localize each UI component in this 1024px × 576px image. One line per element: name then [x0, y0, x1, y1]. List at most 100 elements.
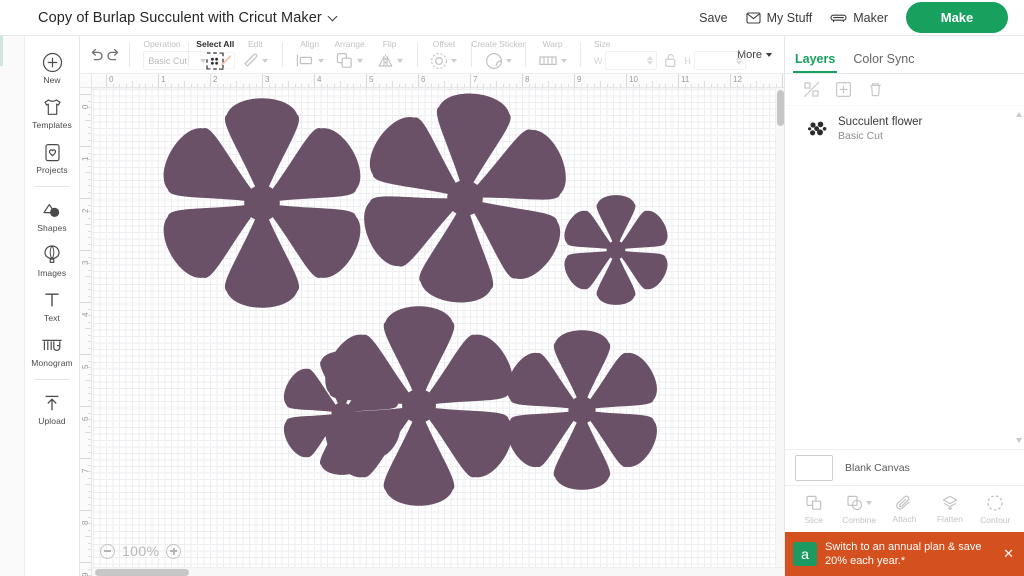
canvas-grid[interactable]	[92, 88, 784, 576]
ruler-minor-tick	[88, 452, 92, 453]
close-x-icon[interactable]: ✕	[999, 546, 1018, 562]
ruler-minor-tick	[652, 81, 653, 87]
design-canvas[interactable]: 012345678910111213 0123456789 100%	[80, 74, 784, 576]
layers-list: Succulent flower Basic Cut	[785, 106, 1024, 450]
size-height-field[interactable]: H	[684, 51, 746, 70]
minus-circle-icon[interactable]	[100, 544, 115, 559]
document-title-menu[interactable]: Copy of Burlap Succulent with Cricut Mak…	[38, 10, 338, 26]
ruler-minor-tick	[88, 374, 92, 375]
save-button[interactable]: Save	[699, 11, 728, 25]
ruler-minor-tick	[88, 263, 92, 264]
scrollbar-thumb-horizontal[interactable]	[95, 569, 189, 576]
shapes-icon	[41, 199, 63, 221]
ruler-minor-tick	[594, 84, 595, 88]
ruler-minor-tick	[85, 380, 91, 381]
contour-button[interactable]: Contour	[973, 494, 1017, 525]
sidebar-item-shapes[interactable]: Shapes	[25, 193, 80, 238]
ruler-tick	[80, 250, 92, 251]
flip-button[interactable]: Flip	[370, 39, 410, 71]
layer-row[interactable]: Succulent flower Basic Cut	[785, 106, 1024, 142]
ungroup-icon[interactable]	[803, 81, 820, 98]
flower-shape[interactable]	[499, 330, 665, 490]
tab-layers[interactable]: Layers	[795, 52, 835, 73]
artwork-flowers[interactable]	[92, 88, 784, 576]
machine-label: Maker	[853, 11, 888, 25]
text-t-icon	[42, 289, 62, 311]
ruler-minor-tick	[88, 159, 92, 160]
chevron-down-icon[interactable]	[329, 13, 338, 22]
ruler-minor-tick	[230, 84, 231, 88]
caret-down-icon	[200, 59, 206, 63]
plus-circle-icon	[42, 51, 63, 73]
machine-selector[interactable]: Maker	[830, 11, 888, 25]
sidebar-item-projects[interactable]: Projects	[25, 135, 80, 180]
ruler-minor-tick	[425, 84, 426, 88]
my-stuff-button[interactable]: My Stuff	[746, 11, 813, 25]
ruler-minor-tick	[691, 84, 692, 88]
sidebar-item-monogram[interactable]: Monogram	[25, 328, 80, 373]
combine-button[interactable]: Combine	[837, 494, 881, 525]
ruler-minor-tick	[88, 471, 92, 472]
ruler-minor-tick	[542, 84, 543, 88]
size-height-stepper[interactable]	[736, 56, 742, 65]
sidebar-item-upload[interactable]: Upload	[25, 386, 80, 431]
ruler-tick	[314, 74, 315, 88]
ruler-minor-tick	[763, 84, 764, 88]
ruler-minor-tick	[750, 84, 751, 88]
flatten-button[interactable]: Flatten	[928, 494, 972, 524]
offset-button[interactable]: Offset	[424, 39, 464, 71]
flower-shape[interactable]	[153, 98, 371, 307]
make-button[interactable]: Make	[906, 2, 1008, 33]
canvas-horizontal-scrollbar[interactable]	[92, 567, 784, 576]
canvas-color-swatch[interactable]	[795, 455, 833, 481]
flower-shape[interactable]	[559, 195, 673, 305]
ruler-tick	[80, 354, 92, 355]
canvas-vertical-scrollbar[interactable]	[775, 88, 784, 576]
size-height-input[interactable]	[694, 51, 746, 70]
ruler-minor-tick	[204, 84, 205, 88]
arrange-button[interactable]: Arrange	[330, 39, 370, 71]
redo-button[interactable]	[105, 42, 122, 68]
create-sticker-button[interactable]: Create Sticker	[478, 39, 518, 71]
layers-scrollbar[interactable]	[1015, 112, 1022, 443]
attach-button[interactable]: Attach	[882, 495, 926, 524]
align-button[interactable]: Align	[290, 39, 330, 71]
ruler-minor-tick	[88, 419, 92, 420]
canvas-color-row[interactable]: Blank Canvas	[785, 450, 1024, 486]
ruler-minor-tick	[88, 322, 92, 323]
ruler-minor-tick	[88, 393, 92, 394]
sidebar-item-images[interactable]: Images	[25, 238, 80, 283]
duplicate-icon[interactable]	[835, 81, 852, 98]
edit-button[interactable]: Edit	[235, 39, 275, 71]
operation-group[interactable]: Operation Basic Cut	[136, 39, 181, 71]
promo-banner[interactable]: a Switch to an annual plan & save 20% ea…	[785, 532, 1024, 576]
size-width-stepper[interactable]	[647, 56, 653, 65]
unlocked-padlock-icon[interactable]	[664, 53, 677, 68]
sidebar-item-new[interactable]: New	[25, 45, 80, 90]
size-width-input[interactable]	[605, 51, 657, 70]
size-width-field[interactable]: W	[594, 51, 658, 70]
ruler-minor-tick	[88, 192, 92, 193]
header-actions: Save My Stuff Maker Make	[699, 2, 1008, 33]
slice-button[interactable]: Slice	[792, 494, 836, 525]
undo-button[interactable]	[88, 42, 105, 68]
caret-down-icon	[397, 59, 403, 63]
sidebar-item-templates[interactable]: Templates	[25, 90, 80, 135]
tab-color-sync[interactable]: Color Sync	[853, 52, 914, 73]
scrollbar-thumb-vertical[interactable]	[777, 90, 784, 126]
zoom-level-value: 100%	[122, 543, 159, 559]
pen-swatch-icon[interactable]	[218, 52, 235, 69]
sidebar-divider-1	[35, 186, 69, 187]
scroll-up-arrow-icon[interactable]	[1016, 112, 1022, 117]
ruler-minor-tick	[483, 84, 484, 88]
sidebar-item-text[interactable]: Text	[25, 283, 80, 328]
flower-shape[interactable]	[345, 88, 584, 314]
ruler-minor-tick	[85, 328, 91, 329]
warp-button[interactable]: Warp	[533, 39, 573, 71]
plus-circle-icon[interactable]	[166, 544, 181, 559]
scroll-down-arrow-icon[interactable]	[1016, 438, 1022, 443]
operation-select[interactable]: Basic Cut	[143, 51, 211, 70]
delete-trash-icon[interactable]	[867, 81, 884, 98]
flower-center	[402, 389, 436, 423]
clipboard-heart-icon	[43, 141, 62, 163]
